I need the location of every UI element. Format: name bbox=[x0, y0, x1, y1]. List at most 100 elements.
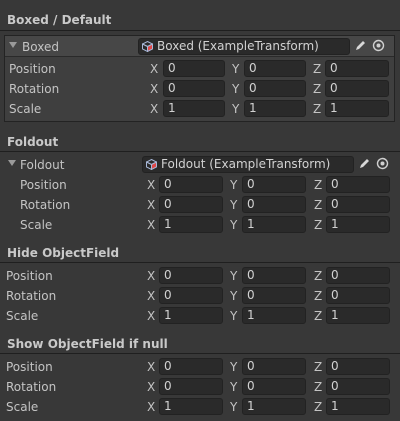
scale-z-field[interactable]: 1 bbox=[326, 307, 390, 324]
section-separator bbox=[0, 30, 400, 31]
rotation-z-field[interactable]: 0 bbox=[326, 196, 390, 213]
x-label: X bbox=[147, 218, 156, 232]
cube-icon bbox=[142, 41, 153, 52]
position-label: Position bbox=[6, 269, 53, 283]
section-separator bbox=[0, 262, 400, 263]
section-separator bbox=[0, 353, 400, 354]
pencil-icon[interactable] bbox=[354, 39, 367, 52]
position-z-field[interactable]: 0 bbox=[326, 267, 390, 284]
x-label: X bbox=[147, 400, 156, 414]
rotation-y-field[interactable]: 0 bbox=[244, 80, 306, 97]
foldout-label-boxed[interactable]: Boxed bbox=[22, 40, 59, 54]
rotation-y-field[interactable]: 0 bbox=[242, 378, 306, 395]
position-y-field[interactable]: 0 bbox=[244, 60, 306, 77]
position-label: Position bbox=[6, 360, 53, 374]
position-x-field[interactable]: 0 bbox=[159, 358, 223, 375]
scale-y-field[interactable]: 1 bbox=[244, 100, 306, 117]
rotation-label: Rotation bbox=[20, 198, 71, 212]
rotation-y-field[interactable]: 0 bbox=[242, 196, 306, 213]
scale-z-field[interactable]: 1 bbox=[326, 216, 390, 233]
scale-row: Scale X 1 Y 1 Z 1 bbox=[0, 215, 400, 235]
x-label: X bbox=[150, 102, 159, 116]
scale-label: Scale bbox=[20, 218, 53, 232]
scale-x-field[interactable]: 1 bbox=[159, 216, 223, 233]
y-label: Y bbox=[230, 380, 238, 394]
scale-x-field[interactable]: 1 bbox=[159, 307, 223, 324]
y-label: Y bbox=[232, 102, 240, 116]
position-label: Position bbox=[20, 178, 67, 192]
x-label: X bbox=[147, 380, 156, 394]
y-label: Y bbox=[230, 289, 238, 303]
rotation-row: Rotation X 0 Y 0 Z 0 bbox=[0, 79, 400, 99]
position-x-field[interactable]: 0 bbox=[159, 267, 223, 284]
scale-label: Scale bbox=[6, 309, 39, 323]
position-row: Position X 0 Y 0 Z 0 bbox=[0, 175, 400, 195]
position-x-field[interactable]: 0 bbox=[163, 60, 225, 77]
z-label: Z bbox=[313, 82, 322, 96]
position-label: Position bbox=[9, 62, 56, 76]
rotation-y-field[interactable]: 0 bbox=[242, 287, 306, 304]
scale-z-field[interactable]: 1 bbox=[326, 398, 390, 415]
position-z-field[interactable]: 0 bbox=[326, 358, 390, 375]
rotation-label: Rotation bbox=[6, 289, 57, 303]
pencil-icon[interactable] bbox=[358, 157, 371, 170]
z-label: Z bbox=[313, 62, 322, 76]
rotation-z-field[interactable]: 0 bbox=[325, 80, 389, 97]
rotation-z-field[interactable]: 0 bbox=[326, 378, 390, 395]
rotation-x-field[interactable]: 0 bbox=[159, 196, 223, 213]
x-label: X bbox=[147, 269, 156, 283]
scale-y-field[interactable]: 1 bbox=[242, 307, 306, 324]
y-label: Y bbox=[232, 62, 240, 76]
x-label: X bbox=[147, 289, 156, 303]
position-y-field[interactable]: 0 bbox=[242, 358, 306, 375]
object-field-foldout[interactable]: Foldout (ExampleTransform) bbox=[142, 156, 354, 173]
object-field-value: Foldout (ExampleTransform) bbox=[161, 157, 331, 171]
x-label: X bbox=[147, 360, 156, 374]
rotation-x-field[interactable]: 0 bbox=[163, 80, 225, 97]
x-label: X bbox=[150, 82, 159, 96]
y-label: Y bbox=[230, 178, 238, 192]
position-y-field[interactable]: 0 bbox=[242, 176, 306, 193]
y-label: Y bbox=[232, 82, 240, 96]
scale-x-field[interactable]: 1 bbox=[159, 398, 223, 415]
rotation-label: Rotation bbox=[9, 82, 60, 96]
position-z-field[interactable]: 0 bbox=[325, 60, 389, 77]
triangle-down-icon[interactable] bbox=[8, 160, 17, 168]
y-label: Y bbox=[230, 360, 238, 374]
rotation-x-field[interactable]: 0 bbox=[159, 378, 223, 395]
z-label: Z bbox=[314, 198, 323, 212]
foldout-label-foldout[interactable]: Foldout bbox=[20, 158, 64, 172]
section-title-hide-objectfield: Hide ObjectField bbox=[7, 246, 120, 260]
scale-label: Scale bbox=[6, 400, 39, 414]
rotation-z-field[interactable]: 0 bbox=[326, 287, 390, 304]
scale-label: Scale bbox=[9, 102, 42, 116]
y-label: Y bbox=[230, 218, 238, 232]
position-z-field[interactable]: 0 bbox=[326, 176, 390, 193]
x-label: X bbox=[147, 309, 156, 323]
position-y-field[interactable]: 0 bbox=[242, 267, 306, 284]
rotation-row: Rotation X 0 Y 0 Z 0 bbox=[0, 286, 400, 306]
x-label: X bbox=[147, 198, 156, 212]
x-label: X bbox=[147, 178, 156, 192]
rotation-label: Rotation bbox=[6, 380, 57, 394]
z-label: Z bbox=[314, 178, 323, 192]
z-label: Z bbox=[314, 309, 323, 323]
scale-y-field[interactable]: 1 bbox=[242, 216, 306, 233]
object-picker-icon[interactable] bbox=[372, 39, 385, 52]
scale-x-field[interactable]: 1 bbox=[163, 100, 225, 117]
rotation-row: Rotation X 0 Y 0 Z 0 bbox=[0, 377, 400, 397]
object-picker-icon[interactable] bbox=[376, 157, 389, 170]
section-title-show-objectfield-if-null: Show ObjectField if null bbox=[7, 337, 168, 351]
position-x-field[interactable]: 0 bbox=[159, 176, 223, 193]
z-label: Z bbox=[314, 380, 323, 394]
triangle-down-icon[interactable] bbox=[9, 42, 18, 50]
scale-z-field[interactable]: 1 bbox=[325, 100, 389, 117]
rotation-x-field[interactable]: 0 bbox=[159, 287, 223, 304]
z-label: Z bbox=[313, 102, 322, 116]
z-label: Z bbox=[314, 269, 323, 283]
y-label: Y bbox=[230, 198, 238, 212]
scale-y-field[interactable]: 1 bbox=[242, 398, 306, 415]
position-row: Position X 0 Y 0 Z 0 bbox=[0, 59, 400, 79]
position-row: Position X 0 Y 0 Z 0 bbox=[0, 357, 400, 377]
object-field-boxed[interactable]: Boxed (ExampleTransform) bbox=[138, 38, 350, 55]
